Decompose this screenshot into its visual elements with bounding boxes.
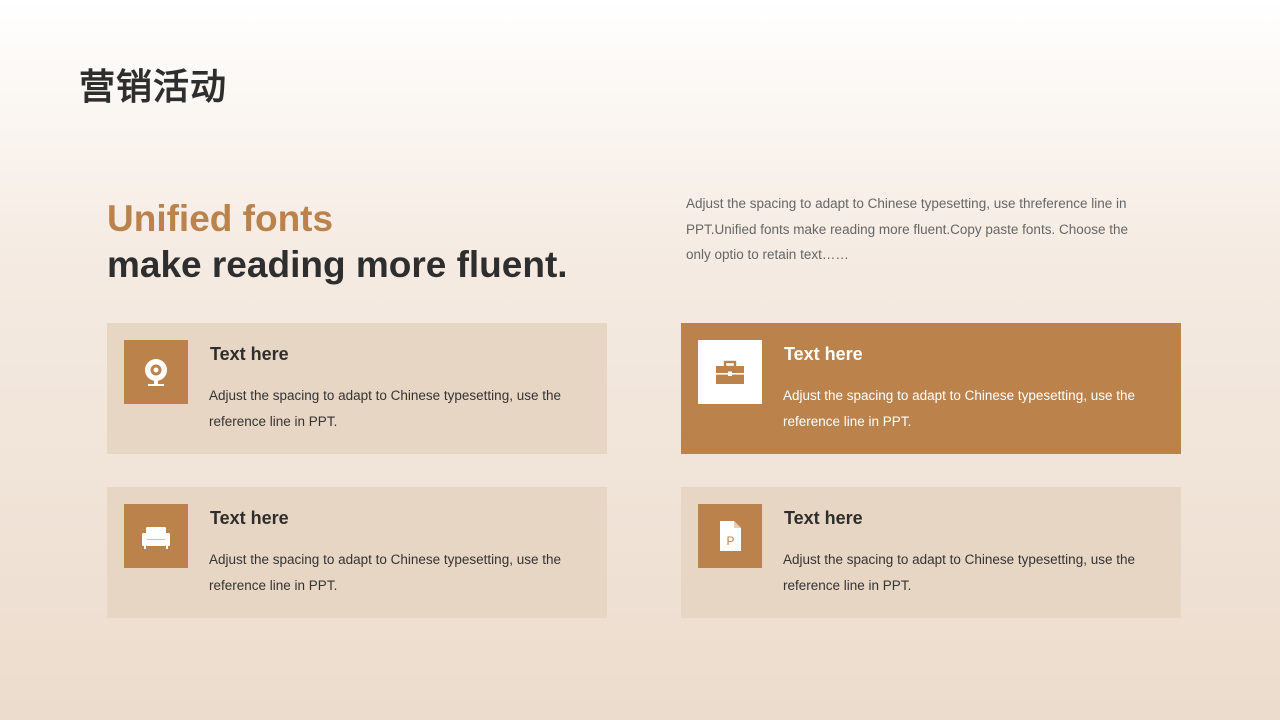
feature-card-4[interactable]: P Text here Adjust the spacing to adapt … [681,487,1181,618]
headline-main: make reading more fluent. [107,244,568,285]
card-icon-box [698,340,762,404]
page-title: 营销活动 [79,67,228,108]
webcam-icon [145,359,167,386]
card-text: Adjust the spacing to adapt to Chinese t… [783,552,1135,593]
sofa-icon [142,527,170,549]
card-icon-box [124,504,188,568]
card-title: Text here [784,344,863,364]
card-icon-box [124,340,188,404]
document-icon: P [720,521,741,551]
card-text: Adjust the spacing to adapt to Chinese t… [209,388,561,429]
card-text: Adjust the spacing to adapt to Chinese t… [783,388,1135,429]
briefcase-icon [716,360,744,384]
feature-card-3[interactable]: Text here Adjust the spacing to adapt to… [107,487,607,618]
card-text: Adjust the spacing to adapt to Chinese t… [209,552,561,593]
feature-card-1[interactable]: Text here Adjust the spacing to adapt to… [107,323,607,454]
card-title: Text here [210,508,289,528]
headline-accent: Unified fonts [107,198,334,239]
headline: Unified fonts make reading more fluent. [107,196,568,288]
card-title: Text here [210,344,289,364]
intro-paragraph: Adjust the spacing to adapt to Chinese t… [686,196,1128,262]
feature-card-2[interactable]: Text here Adjust the spacing to adapt to… [681,323,1181,454]
card-icon-box: P [698,504,762,568]
card-title: Text here [784,508,863,528]
svg-text:P: P [726,534,734,548]
